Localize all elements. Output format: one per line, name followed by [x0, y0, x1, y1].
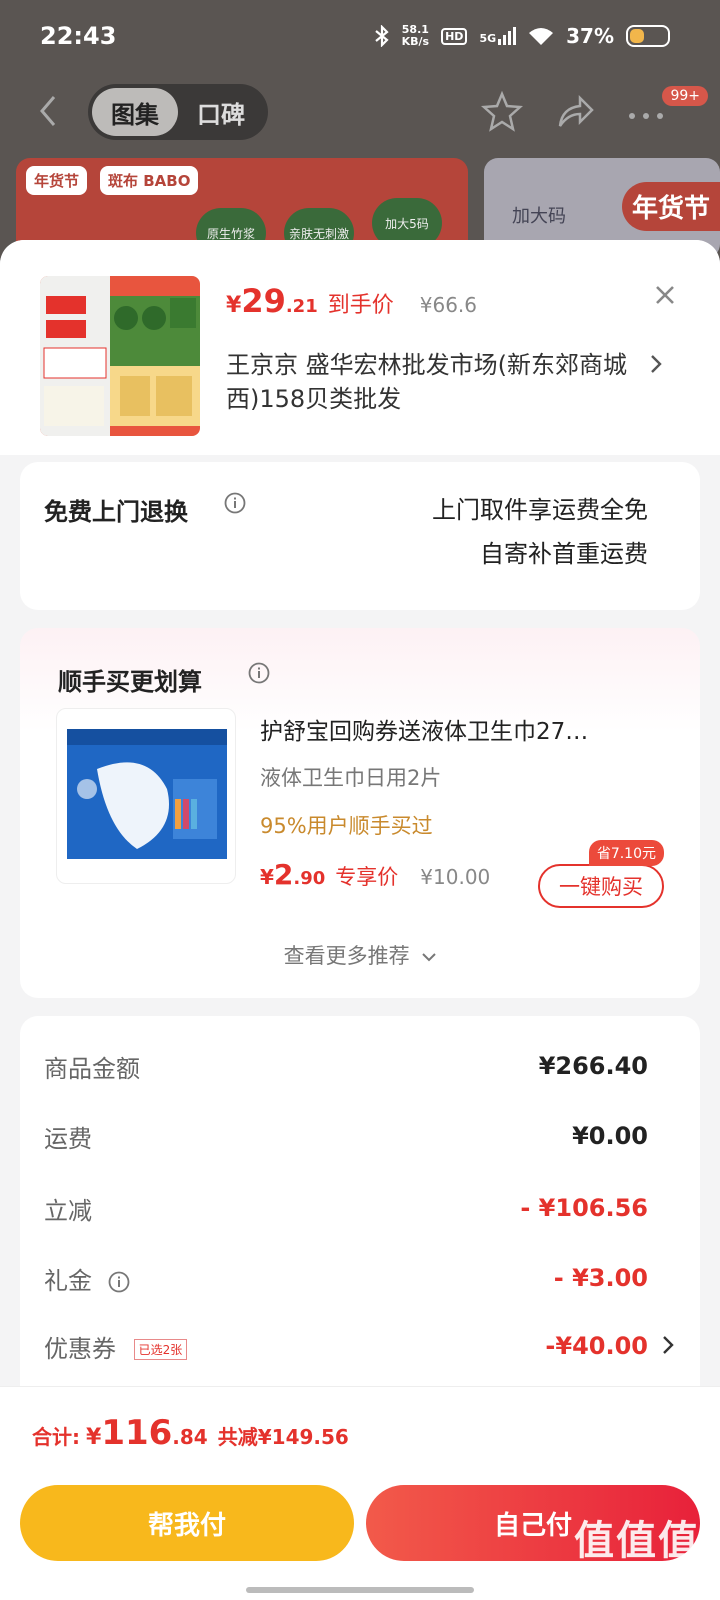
- info-icon[interactable]: [248, 662, 270, 684]
- product-header: ¥29.21 到手价 ¥66.6 王京京 盛华宏林批发市场(新东郊商城西)158…: [0, 240, 720, 455]
- summary-row-goods: 商品金额 ¥266.40: [44, 1052, 648, 1083]
- home-indicator[interactable]: [246, 1587, 474, 1593]
- chevron-down-icon: [422, 953, 437, 962]
- recommend-item-name[interactable]: 护舒宝回购券送液体卫生巾27…: [260, 712, 660, 746]
- return-service-detail: 上门取件享运费全免 自寄补首重运费: [432, 496, 648, 568]
- info-icon[interactable]: [108, 1271, 130, 1293]
- close-icon[interactable]: [652, 282, 678, 308]
- info-icon[interactable]: [224, 492, 246, 514]
- battery-icon: [626, 25, 670, 47]
- checkout-bottom-bar: 合计: ¥ 116 .84 共减¥149.56 帮我付 自己付 值值值 zhiz…: [0, 1386, 720, 1600]
- brand-tag: 斑布 BABO: [100, 166, 199, 195]
- recommend-title: 顺手买更划算: [58, 668, 202, 696]
- total-discount: 共减¥149.56: [217, 1425, 349, 1449]
- tab-gallery[interactable]: 图集: [92, 88, 178, 136]
- product-thumbnail: [40, 276, 200, 436]
- recommend-item-image[interactable]: [56, 708, 236, 884]
- hd-icon: HD: [441, 27, 468, 45]
- shop-name[interactable]: 王京京 盛华宏林批发市场(新东郊商城西)158贝类批发: [226, 348, 646, 416]
- status-time: 22:43: [40, 22, 117, 50]
- total-label: 合计:: [32, 1425, 80, 1449]
- recommend-item-price: ¥2.90 专享价 ¥10.00: [260, 858, 490, 891]
- recommend-card: 顺手买更划算 护舒宝回购券送液体卫生巾27… 液体卫生巾日用2片 95%用户顺手…: [20, 628, 700, 998]
- product-price-line: ¥29.21 到手价 ¥66.6: [226, 282, 477, 320]
- original-price: ¥66.6: [419, 293, 478, 317]
- back-icon[interactable]: [38, 94, 58, 128]
- summary-row-coupon[interactable]: 优惠券 已选2张 -¥40.00: [44, 1326, 674, 1366]
- share-icon[interactable]: [552, 90, 596, 134]
- status-icons: 58.1 KB/s HD 5G 37%: [374, 24, 670, 48]
- tab-group: 图集 口碑: [88, 84, 268, 140]
- recommend-item-spec: 液体卫生巾日用2片: [260, 766, 442, 790]
- return-service-card: 免费上门退换 上门取件享运费全免 自寄补首重运费: [20, 462, 700, 610]
- bluetooth-icon: [374, 25, 389, 47]
- price-summary-card: 商品金额 ¥266.40 运费 ¥0.00 立减 - ¥106.56 礼金 - …: [20, 1016, 700, 1416]
- final-price: ¥29.21: [226, 282, 318, 320]
- recommend-item-hint: 95%用户顺手买过: [260, 814, 433, 838]
- one-click-buy: 一键购买 省7.10元: [538, 840, 664, 908]
- exclusive-price: ¥2.90: [260, 858, 326, 891]
- chevron-right-icon[interactable]: [662, 1334, 674, 1356]
- one-click-buy-button[interactable]: 一键购买: [538, 864, 664, 908]
- exclusive-price-label: 专享价: [335, 865, 399, 889]
- tab-reviews[interactable]: 口碑: [178, 88, 264, 136]
- festival-tag: 年货节: [26, 166, 88, 195]
- battery-percent: 37%: [566, 24, 614, 48]
- recommend-original-price: ¥10.00: [420, 865, 491, 889]
- more-icon[interactable]: [624, 90, 668, 134]
- net-speed: 58.1 KB/s: [401, 23, 430, 48]
- signal-5g-icon: 5G: [479, 27, 517, 45]
- pad-package-image: [67, 729, 227, 859]
- summary-row-shipping: 运费 ¥0.00: [44, 1122, 648, 1153]
- coupon-selected-tag: 已选2张: [133, 1339, 188, 1360]
- nav-bar: 图集 口碑 99+: [0, 80, 720, 144]
- star-icon[interactable]: [480, 90, 524, 134]
- chevron-right-icon[interactable]: [648, 352, 664, 376]
- see-more-recommend[interactable]: 查看更多推荐: [20, 940, 700, 970]
- save-badge: 省7.10元: [588, 840, 664, 866]
- more-badge: 99+: [662, 86, 708, 106]
- help-pay-button[interactable]: 帮我付: [20, 1485, 354, 1561]
- wifi-icon: [529, 28, 554, 45]
- final-price-label: 到手价: [327, 293, 394, 318]
- status-bar: 22:43 58.1 KB/s HD 5G 37%: [0, 0, 720, 76]
- total-amount: 116: [101, 1413, 173, 1453]
- summary-row-instant-discount: 立减 - ¥106.56: [44, 1194, 648, 1225]
- summary-row-gift-money: 礼金 - ¥3.00: [44, 1264, 648, 1295]
- product-image: [40, 276, 200, 436]
- return-service-title: 免费上门退换: [44, 498, 188, 526]
- total-line: 合计: ¥ 116 .84 共减¥149.56: [32, 1413, 349, 1453]
- watermark-logo: 值值值 zhizhizhi.com: [574, 1518, 700, 1581]
